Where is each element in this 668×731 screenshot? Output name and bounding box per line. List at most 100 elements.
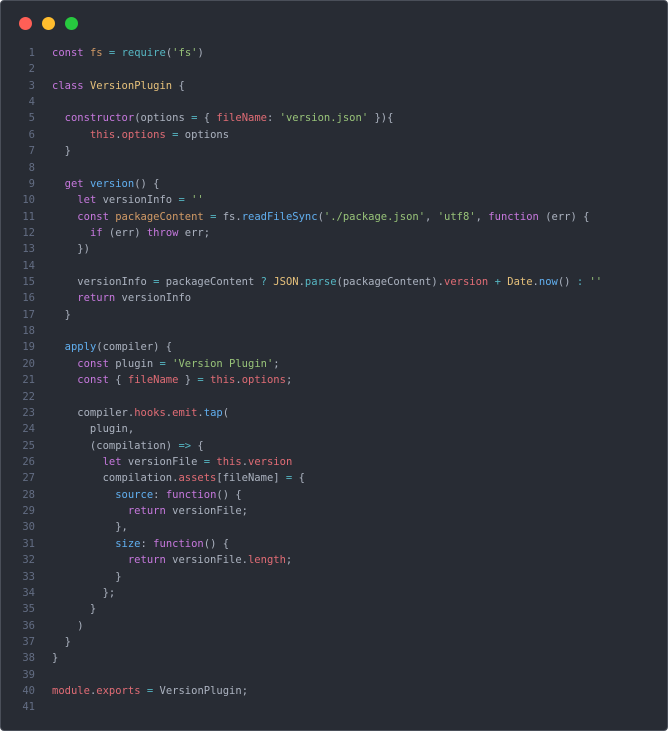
code-line: 27 compilation.assets[fileName] = { <box>1 470 602 486</box>
code-line: 35 } <box>1 601 602 617</box>
token-text: ) <box>197 47 204 59</box>
line-number: 13 <box>22 243 35 256</box>
code-line: 12 if (err) throw err; <box>1 225 602 241</box>
line-number: 3 <box>28 79 35 92</box>
line-number: 33 <box>22 570 35 583</box>
code-content: }) <box>52 241 90 257</box>
line-number: 7 <box>28 145 35 158</box>
line-number: 8 <box>28 161 35 174</box>
line-number: 17 <box>22 308 35 321</box>
code-content: get version() { <box>52 176 160 192</box>
code-line: 16 return versionInfo <box>1 290 602 306</box>
code-content: } <box>52 634 71 650</box>
line-number: 35 <box>22 603 35 616</box>
token-property: options <box>241 374 286 387</box>
token-text: () { <box>216 488 242 501</box>
token-function-name: version <box>89 177 135 190</box>
code-content: const fs = require('fs') <box>52 45 204 61</box>
line-number: 21 <box>22 374 35 387</box>
code-window: 1 const fs = require('fs') 2 3 class Version… <box>0 0 668 731</box>
token-text: , <box>475 210 489 223</box>
token-keyword: function <box>165 488 217 501</box>
line-number: 2 <box>28 63 35 76</box>
token-text: (compiler) { <box>96 341 173 354</box>
token-keyword: get <box>64 177 84 190</box>
code-line: 15 versionInfo = packageContent ? JSON.p… <box>1 274 602 290</box>
token-string: 'Version Plugin' <box>172 357 274 370</box>
token-text: packageContent <box>159 276 261 289</box>
code-line: 24 plugin, <box>1 421 602 437</box>
token-text: }; <box>52 586 116 599</box>
line-number: 5 <box>28 112 35 125</box>
token-text: ( <box>222 406 230 419</box>
token-text: ; <box>285 554 293 567</box>
code-content: const packageContent = fs.readFileSync('… <box>52 209 589 225</box>
code-content: (compilation) => { <box>52 438 204 454</box>
token-keyword: return <box>127 554 166 567</box>
token-text: (err) { <box>538 210 590 223</box>
code-line: 29 return versionFile; <box>1 503 602 519</box>
token-function-name: apply <box>64 341 97 354</box>
line-number: 37 <box>22 635 35 648</box>
code-content: return versionFile.length; <box>52 552 292 568</box>
token-function-name: source <box>115 488 154 501</box>
token-text: VersionPlugin; <box>153 685 249 698</box>
token-text: (options <box>134 112 192 125</box>
minimize-button[interactable] <box>42 17 55 30</box>
code-content: }; <box>52 585 116 601</box>
token-text: plugin <box>108 357 160 370</box>
close-button[interactable] <box>19 17 32 30</box>
code-line: 8 <box>1 160 602 176</box>
token-text: { <box>172 79 185 92</box>
maximize-button[interactable] <box>65 17 78 30</box>
code-content: constructor(options = { fileName: 'versi… <box>52 110 394 126</box>
token-text: () <box>557 276 577 289</box>
token-class-name: JSON <box>273 276 299 289</box>
code-content: compilation.assets[fileName] = { <box>52 470 305 486</box>
code-content: } <box>52 569 121 585</box>
line-number: 10 <box>22 194 35 207</box>
code-line: 28 source: function() { <box>1 487 602 503</box>
line-number: 41 <box>22 701 35 714</box>
code-line: 14 <box>1 258 602 274</box>
code-line: 17 } <box>1 307 602 323</box>
code-content: versionInfo = packageContent ? JSON.pars… <box>52 274 602 290</box>
line-number: 9 <box>28 177 35 190</box>
code-line: 38} <box>1 650 602 666</box>
token-text: { <box>191 439 204 452</box>
token-keyword: class <box>52 79 84 92</box>
token-function-name: readFileSync <box>241 210 318 223</box>
line-number: 23 <box>22 406 35 419</box>
line-number: 28 <box>22 488 35 501</box>
line-number: 36 <box>22 619 35 632</box>
token-text: (compilation) <box>52 439 179 452</box>
token-text: versionInfo <box>115 292 192 305</box>
code-line: 10 let versionInfo = '' <box>1 192 602 208</box>
code-line: 26 let versionFile = this.version <box>1 454 602 470</box>
token-property: exports <box>96 685 141 698</box>
line-number: 4 <box>28 96 35 109</box>
token-operator: => <box>178 439 192 452</box>
code-content: } <box>52 650 58 666</box>
token-text: : <box>140 537 154 550</box>
line-number: 31 <box>22 537 35 550</box>
code-line: 37 } <box>1 634 602 650</box>
code-block: 1 const fs = require('fs') 2 3 class Version… <box>1 45 602 716</box>
code-content: } <box>52 601 96 617</box>
code-content: ) <box>52 618 83 634</box>
line-number: 25 <box>22 439 35 452</box>
token-text: versionFile; <box>165 505 248 518</box>
token-text: () { <box>134 177 160 190</box>
line-number: 22 <box>22 390 35 403</box>
token-string: './package.json' <box>323 210 426 223</box>
line-number: 19 <box>22 341 35 354</box>
code-line: 11 const packageContent = fs.readFileSyn… <box>1 209 602 225</box>
